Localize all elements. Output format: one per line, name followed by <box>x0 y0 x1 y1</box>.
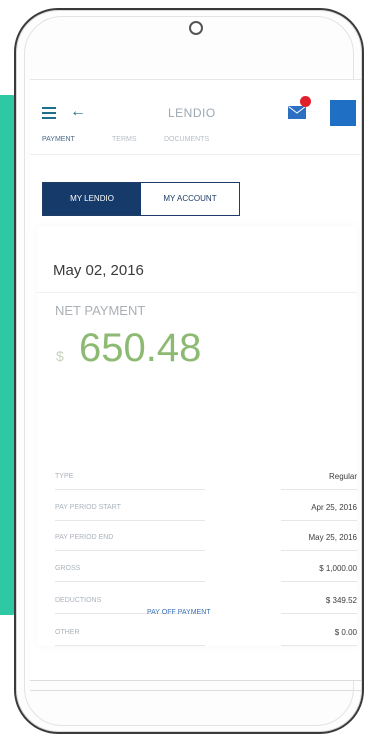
detail-label: OTHER <box>55 629 80 636</box>
detail-label: TYPE <box>55 473 74 480</box>
mail-icon[interactable] <box>288 106 306 119</box>
tab-documents[interactable]: DOCUMENTS <box>164 136 209 143</box>
detail-value: $ 0.00 <box>334 628 357 637</box>
tab-divider <box>30 154 361 155</box>
camera-icon <box>189 21 203 35</box>
detail-row-gross: GROSS $ 1,000.00 <box>55 557 357 585</box>
detail-row-period-end: PAY PERIOD END May 25, 2016 <box>55 526 357 554</box>
card-divider <box>37 292 357 293</box>
detail-label: DEDUCTIONS <box>55 597 102 604</box>
detail-value: Regular <box>328 472 357 481</box>
payment-card: May 02, 2016 NET PAYMENT $ 650.48 TYPE R… <box>37 226 357 646</box>
app-screen: ← LENDIO PAYMENT TERMS DOCUMENTS MY LEND… <box>30 79 361 681</box>
detail-row-type: TYPE Regular <box>55 465 357 493</box>
notification-badge <box>300 96 311 107</box>
detail-row-period-start: PAY PERIOD START Apr 25, 2016 <box>55 496 357 524</box>
menu-icon[interactable] <box>42 107 56 119</box>
detail-label: PAY PERIOD END <box>55 534 114 541</box>
detail-value: $ 1,000.00 <box>319 564 357 573</box>
detail-value: $ 349.52 <box>325 596 357 605</box>
back-arrow-icon[interactable]: ← <box>70 104 86 120</box>
tab-terms[interactable]: TERMS <box>112 136 137 143</box>
detail-value: Apr 25, 2016 <box>311 503 357 512</box>
toggle-left-button[interactable]: MY LENDIO <box>43 183 141 215</box>
tab-payment[interactable]: PAYMENT <box>42 136 75 143</box>
tab-bar: PAYMENT TERMS DOCUMENTS <box>42 136 352 156</box>
detail-label: PAY PERIOD START <box>55 504 121 511</box>
app-bar: ← LENDIO <box>30 80 361 130</box>
detail-label: GROSS <box>55 565 81 572</box>
detail-row-other: OTHER $ 0.00 <box>55 621 357 649</box>
toggle-right-button[interactable]: MY ACCOUNT <box>141 183 239 215</box>
pay-off-payment-link[interactable]: PAY OFF PAYMENT <box>147 609 211 616</box>
segmented-toggle: MY LENDIO MY ACCOUNT <box>42 182 240 216</box>
currency-symbol: $ <box>56 348 64 364</box>
net-payment-amount: 650.48 <box>79 326 202 370</box>
app-logo: LENDIO <box>168 106 216 120</box>
profile-button[interactable] <box>330 100 356 126</box>
screen-bottom-edge <box>30 690 361 691</box>
net-payment-label: NET PAYMENT <box>55 303 146 318</box>
payment-date: May 02, 2016 <box>53 262 144 279</box>
detail-value: May 25, 2016 <box>308 533 357 542</box>
